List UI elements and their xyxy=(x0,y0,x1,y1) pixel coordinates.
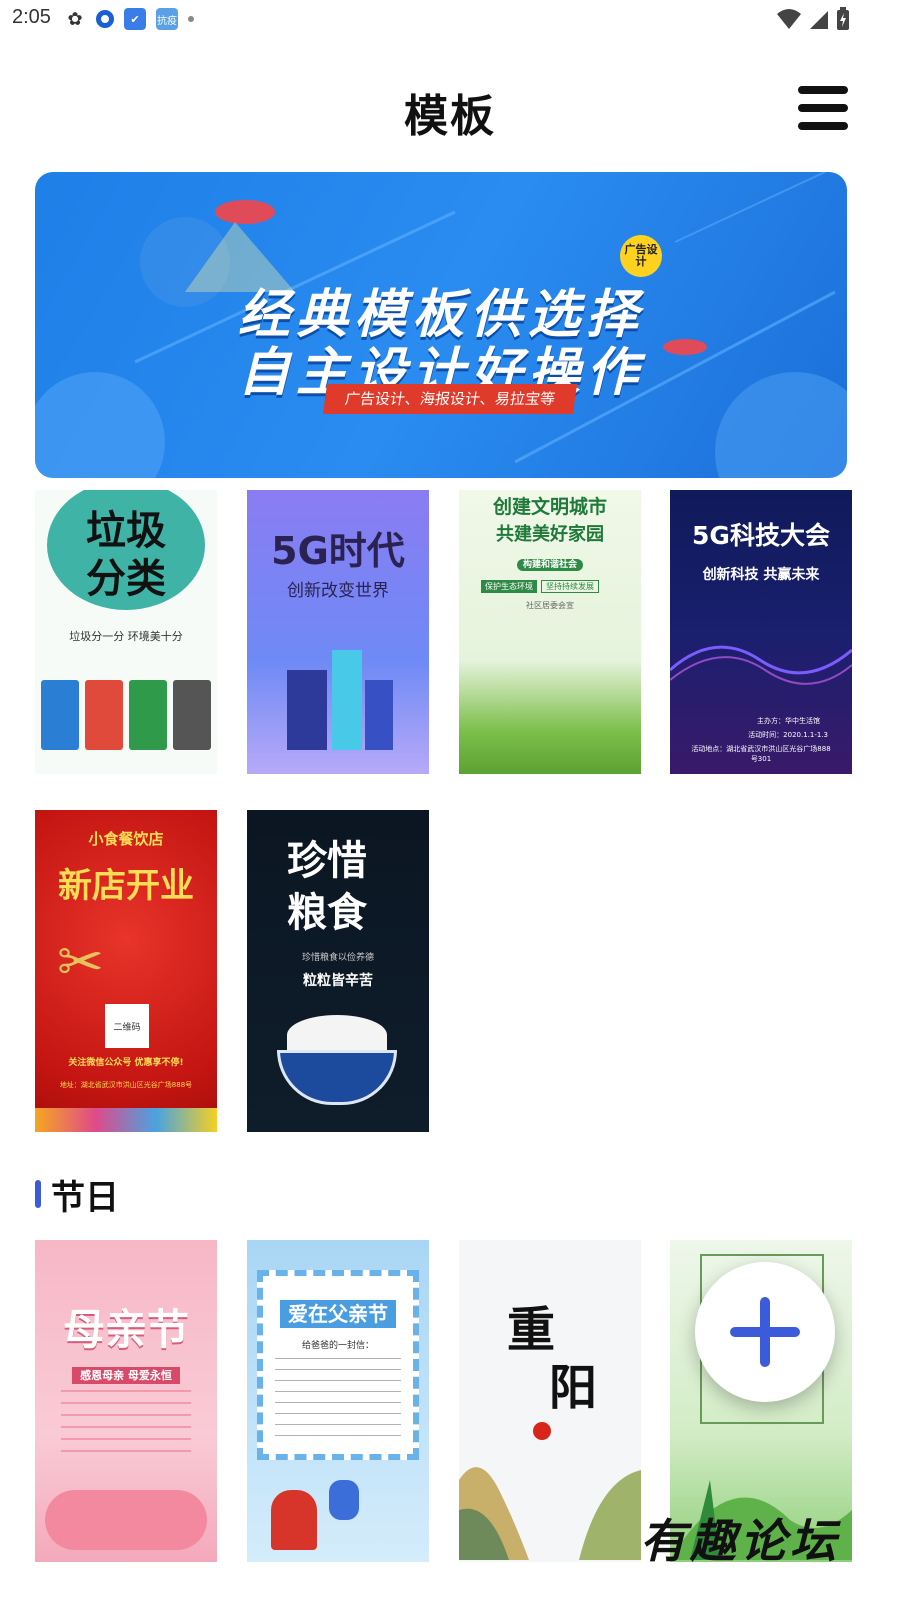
card-subtitle: 粒粒皆辛苦 xyxy=(303,973,373,989)
section-title: 节日 xyxy=(51,1177,119,1218)
qr-code-label: 二维码 xyxy=(113,1022,141,1033)
card-tag-row: 保护生态环境 坚持持续发展 xyxy=(481,580,599,593)
card-title-line1: 珍惜 xyxy=(287,838,367,884)
gift-boxes-graphic xyxy=(35,1108,217,1132)
plus-icon xyxy=(730,1297,800,1367)
card-small-text: 珍惜粮食以俭养德 xyxy=(301,953,374,963)
card-title: 5G科技大会 xyxy=(692,521,830,550)
card-title-char1: 重 xyxy=(507,1302,556,1358)
red-sun-graphic xyxy=(533,1422,551,1440)
qr-code-box: 二维码 xyxy=(105,1004,149,1048)
card-title-line2: 分类 xyxy=(86,556,166,602)
card-host: 主办方：华中生活馆 xyxy=(757,717,820,725)
template-card-save-food[interactable]: 珍惜 粮食 珍惜粮食以俭养德 粒粒皆辛苦 xyxy=(247,810,429,1132)
status-time: 2:05 xyxy=(12,6,51,28)
status-bar: 2:05 ✿ ✔ 抗疫 xyxy=(0,0,900,40)
watermark: 有趣论坛 xyxy=(640,1514,840,1568)
system-icons xyxy=(776,7,850,31)
more-dot-icon xyxy=(188,16,194,22)
card-subtitle-text: 感恩母亲 母爱永恒 xyxy=(72,1367,180,1384)
card-subtitle: 共建美好家园 xyxy=(496,524,604,545)
mountains-graphic xyxy=(459,1467,641,1560)
wifi-icon xyxy=(777,9,801,29)
title-bar: 模板 xyxy=(0,70,900,150)
bins-graphic xyxy=(41,680,211,750)
card-tag-text: 坚持持续发展 xyxy=(541,580,599,593)
city-graphic xyxy=(277,640,397,750)
card-tag-text: 保护生态环境 xyxy=(481,580,537,593)
letter-lines-graphic xyxy=(275,1358,401,1438)
scissors-icon: ✂ xyxy=(57,930,104,995)
banner-badge: 广告设计 xyxy=(620,235,662,277)
menu-icon-bar xyxy=(798,122,848,130)
holiday-card-fathers-day[interactable]: 爱在父亲节 给爸爸的一封信： xyxy=(247,1240,429,1562)
signal-icon xyxy=(810,11,828,29)
card-title: 爱在父亲节 xyxy=(247,1298,429,1328)
menu-icon-bar xyxy=(798,104,848,112)
rice-bowl-graphic xyxy=(277,1015,397,1105)
section-holidays-header: 节日 xyxy=(35,1172,119,1218)
card-title-line2: 粮食 xyxy=(287,890,367,936)
card-title: 5G时代 xyxy=(271,529,405,573)
card-title: 新店开业 xyxy=(58,866,194,906)
superhero-graphic xyxy=(271,1490,317,1550)
card-top-label: 小食餐饮店 xyxy=(88,830,164,848)
text-lines-graphic xyxy=(61,1390,191,1460)
card-title-text: 爱在父亲节 xyxy=(280,1300,396,1328)
section-accent-bar xyxy=(35,1180,41,1208)
template-card-5g-era[interactable]: 5G时代 创新改变世界 xyxy=(247,490,429,774)
card-title: 母亲节 xyxy=(62,1305,189,1354)
child-graphic xyxy=(329,1480,359,1520)
notification-icons: ✿ ✔ 抗疫 xyxy=(64,8,194,30)
card-subtitle: 给爸爸的一封信： xyxy=(301,1341,374,1351)
banner-ribbon: 广告设计、海报设计、易拉宝等 xyxy=(322,384,578,414)
card-title: 创建文明城市 xyxy=(492,496,607,518)
page-title: 模板 xyxy=(404,91,496,142)
holiday-card-mothers-day[interactable]: 母亲节 感恩母亲 母爱永恒 xyxy=(35,1240,217,1562)
template-card-garbage[interactable]: 垃圾 分类 垃圾分一分 环境美十分 xyxy=(35,490,217,774)
card-tag: 构建和谐社会 xyxy=(459,552,641,571)
epidemic-app-icon: 抗疫 xyxy=(156,8,178,30)
card-title-char2: 阳 xyxy=(549,1360,598,1416)
roses-graphic xyxy=(45,1490,207,1550)
menu-button[interactable] xyxy=(798,86,848,130)
bird-app-icon: ✿ xyxy=(67,8,83,30)
promo-banner[interactable]: 广告设计 经典模板供选择 自主设计好操作 广告设计、海报设计、易拉宝等 xyxy=(35,172,847,478)
template-card-grand-opening[interactable]: 小食餐饮店 新店开业 ✂ 二维码 关注微信公众号 优惠享不停! 地址：湖北省武汉… xyxy=(35,810,217,1132)
circle-app-icon xyxy=(96,10,114,28)
card-subtitle: 创新改变世界 xyxy=(287,581,389,601)
holiday-card-double-ninth[interactable]: 重 阳 xyxy=(459,1240,641,1562)
feather-app-icon: ✔ xyxy=(124,8,146,30)
template-card-5g-conference[interactable]: 5G科技大会 创新科技 共赢未来 主办方：华中生活馆 活动时间：2020.1.1… xyxy=(670,490,852,774)
wave-graphic xyxy=(670,645,852,685)
card-subtitle: 垃圾分一分 环境美十分 xyxy=(69,630,183,643)
card-time: 活动时间：2020.1.1-1.3 xyxy=(748,731,828,739)
card-cta: 关注微信公众号 优惠享不停! xyxy=(68,1058,184,1068)
card-subtitle: 感恩母亲 母爱永恒 xyxy=(35,1364,217,1384)
card-address: 地址：湖北省武汉市洪山区光谷广场888号 xyxy=(59,1081,193,1089)
card-subtitle: 创新科技 共赢未来 xyxy=(702,567,820,583)
template-card-civil-city[interactable]: 创建文明城市 共建美好家园 构建和谐社会 保护生态环境 坚持持续发展 社区居委会… xyxy=(459,490,641,774)
card-footer: 社区居委会宣 xyxy=(526,601,574,610)
battery-icon xyxy=(837,7,849,30)
menu-icon-bar xyxy=(798,86,848,94)
add-template-button[interactable] xyxy=(695,1262,835,1402)
card-place: 活动地点：湖北省武汉市洪山区光谷广场888号301 xyxy=(691,745,831,763)
card-tag-text: 构建和谐社会 xyxy=(516,559,583,571)
